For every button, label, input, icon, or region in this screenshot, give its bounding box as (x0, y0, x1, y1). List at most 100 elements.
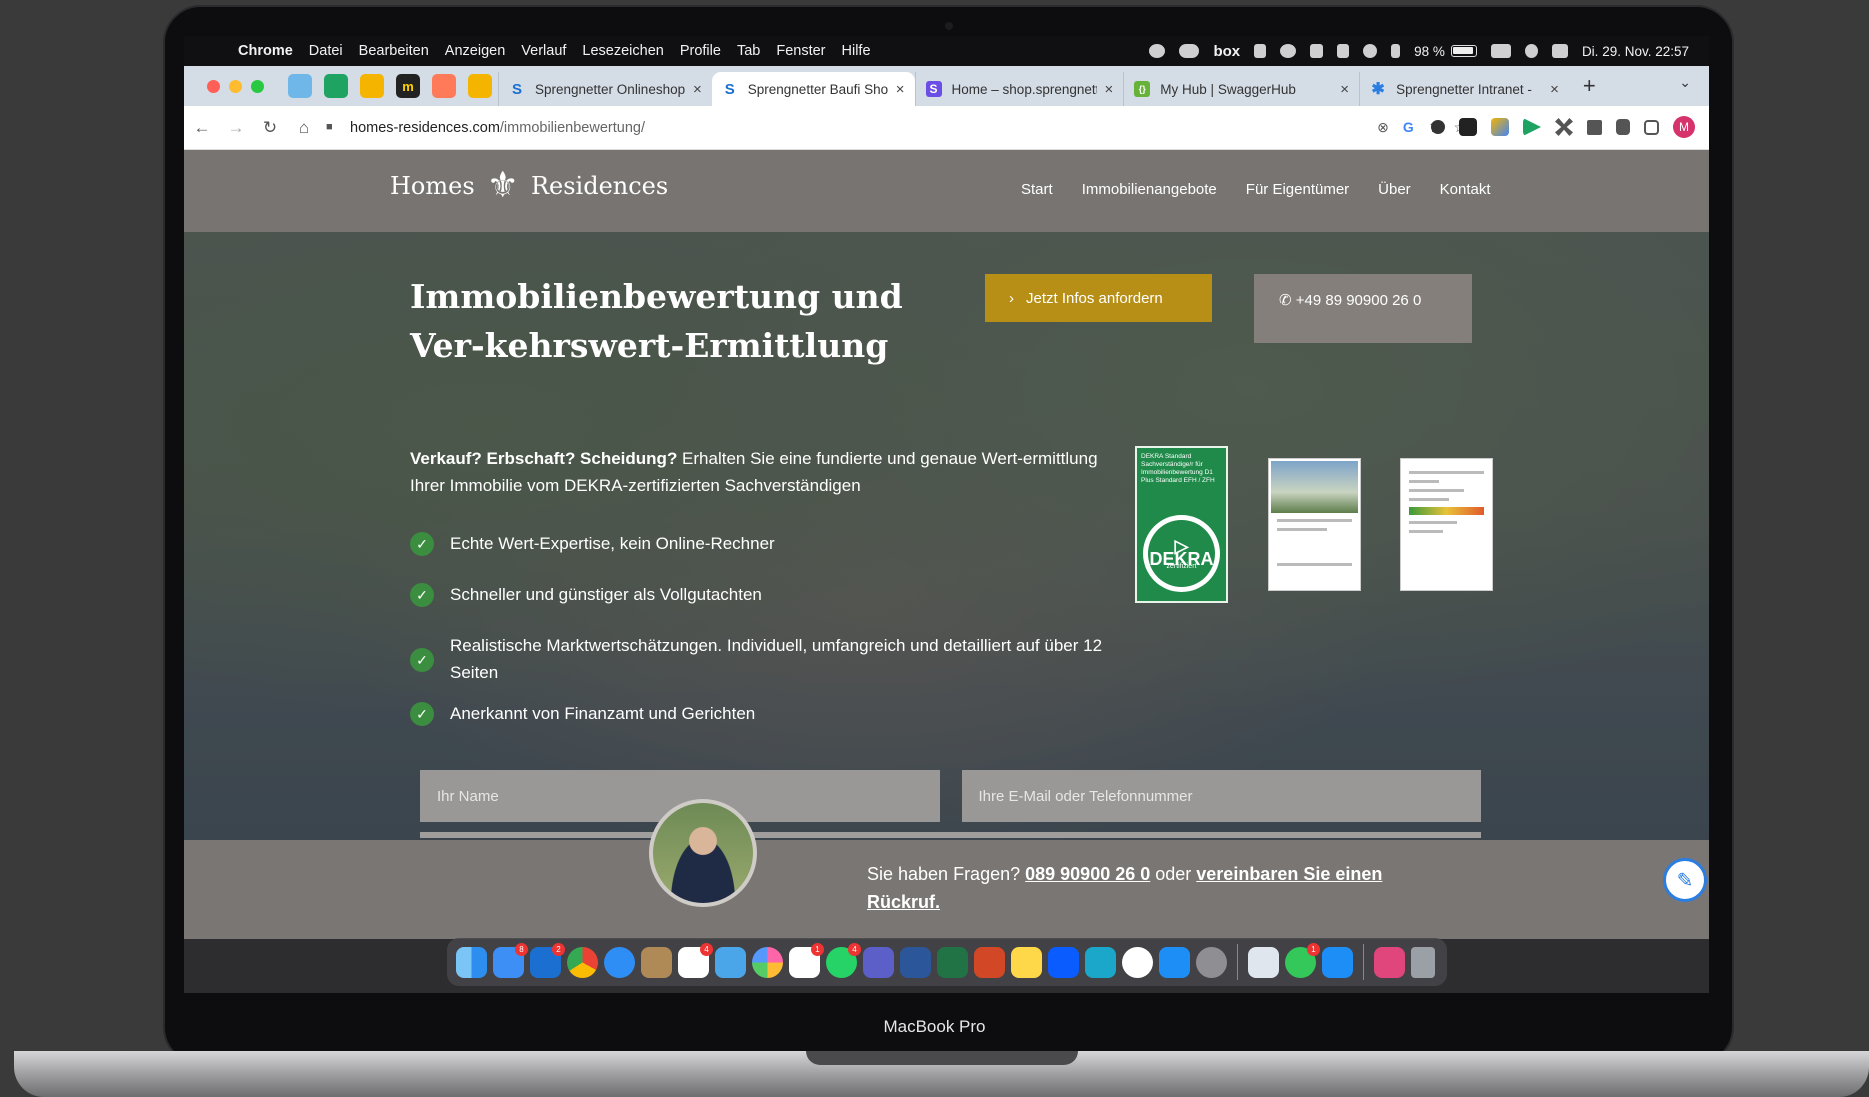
menu-verlauf[interactable]: Verlauf (521, 43, 566, 59)
tab-sprengnetter-baufi-shop[interactable]: S Sprengnetter Baufi Shop × (711, 72, 915, 106)
nav-fuer-eigentuemer[interactable]: Für Eigentümer (1246, 181, 1349, 198)
nav-kontakt[interactable]: Kontakt (1440, 181, 1491, 198)
phone-link[interactable]: 089 90900 26 0 (1025, 864, 1150, 884)
messages-icon[interactable]: 1 (1285, 942, 1320, 978)
send-extension-icon[interactable] (1523, 118, 1541, 136)
tab-sprengnetter-intranet[interactable]: ✱ Sprengnetter Intranet - × (1359, 72, 1569, 106)
close-tab-icon[interactable]: × (1105, 81, 1114, 98)
reload-icon[interactable]: ↻ (260, 118, 280, 138)
profile-avatar[interactable]: M (1673, 116, 1695, 138)
new-tab-icon[interactable]: + (1583, 73, 1596, 99)
safari-icon[interactable] (604, 946, 635, 978)
site-logo[interactable]: Homes ⚜ Residences (390, 168, 668, 204)
lock-icon[interactable]: ■ (326, 121, 340, 135)
menu-lesezeichen[interactable]: Lesezeichen (582, 43, 663, 59)
time-machine-icon[interactable] (1363, 44, 1378, 58)
control-center-icon[interactable] (1551, 44, 1568, 58)
close-tab-icon[interactable]: × (693, 81, 702, 98)
bolt-icon[interactable] (1337, 44, 1350, 58)
trash-icon[interactable] (1411, 946, 1435, 978)
request-info-button[interactable]: › Jetzt Infos anfordern (985, 274, 1212, 322)
zoom-window-icon[interactable] (251, 79, 264, 93)
close-tab-icon[interactable]: × (1340, 81, 1349, 98)
nav-ueber[interactable]: Über (1378, 181, 1411, 198)
calendar-icon[interactable]: 4 (678, 942, 713, 978)
airplay-icon[interactable] (1490, 44, 1511, 58)
downloads-stack-icon[interactable] (1374, 946, 1405, 978)
focus-icon[interactable] (1149, 44, 1166, 58)
pinned-tab-clock-icon[interactable] (288, 74, 312, 98)
photos-icon[interactable] (752, 946, 783, 978)
word-icon[interactable] (900, 946, 931, 978)
close-window-icon[interactable] (207, 79, 220, 93)
mail-icon[interactable]: 8 (493, 942, 528, 978)
outlook-icon[interactable]: 2 (530, 942, 565, 978)
menu-fenster[interactable]: Fenster (776, 43, 825, 59)
pinned-tab-miro-icon[interactable]: m (396, 74, 420, 98)
menu-tab[interactable]: Tab (737, 43, 760, 59)
webex-icon[interactable] (1085, 946, 1116, 978)
close-tab-icon[interactable]: × (896, 81, 905, 98)
search-icon[interactable] (1524, 44, 1538, 58)
menu-profile[interactable]: Profile (680, 43, 721, 59)
1password-icon[interactable] (1122, 946, 1153, 978)
next-form-field[interactable] (420, 832, 1481, 838)
bluetooth-icon[interactable] (1391, 44, 1401, 58)
tab-my-hub-swaggerhub[interactable]: {} My Hub | SwaggerHub × (1123, 72, 1359, 106)
phone-button[interactable]: ✆ +49 89 90900 26 0 (1254, 274, 1472, 343)
address-bar[interactable]: ■ homes-residences.com /immobilienbewert… (326, 110, 1466, 145)
notes-icon[interactable] (1011, 946, 1042, 978)
finder-icon[interactable] (456, 946, 487, 978)
back-icon[interactable]: ← (192, 118, 212, 138)
chrome-icon[interactable] (567, 946, 598, 978)
box-icon[interactable]: box (1213, 43, 1240, 60)
home-icon[interactable]: ⌂ (294, 118, 314, 138)
close-tab-icon[interactable]: × (1550, 81, 1559, 98)
side-panel-icon[interactable] (1644, 119, 1659, 135)
forward-icon[interactable]: → (226, 118, 246, 138)
keynote-icon[interactable] (1322, 946, 1353, 978)
menu-datei[interactable]: Datei (309, 43, 343, 59)
preview-icon[interactable] (1248, 946, 1279, 978)
app-store-icon[interactable] (1159, 946, 1190, 978)
pinned-tab-slides-icon[interactable] (468, 74, 492, 98)
teams-icon[interactable] (863, 946, 894, 978)
tab-sprengnetter-onlineshop[interactable]: S Sprengnetter Onlineshop × (498, 72, 712, 106)
tab-search-chevron-icon[interactable]: ⌄ (1679, 74, 1691, 91)
clock[interactable]: Di. 29. Nov. 22:57 (1582, 44, 1689, 59)
tab-home-shop-sprengnetter[interactable]: S Home – shop.sprengnetter × (914, 72, 1124, 106)
cloud-icon[interactable] (1179, 44, 1200, 58)
contacts-icon[interactable] (641, 946, 672, 978)
google-icon[interactable]: G (1403, 119, 1414, 136)
download-icon[interactable] (1616, 119, 1630, 135)
nav-start[interactable]: Start (1021, 181, 1053, 198)
x-extension-icon[interactable] (1555, 118, 1573, 136)
excel-icon[interactable] (937, 946, 968, 978)
password-icon[interactable] (1280, 44, 1297, 58)
pinned-tab-drive-icon[interactable] (360, 74, 384, 98)
battery-status[interactable]: 98 % (1414, 44, 1477, 59)
eyedropper-extension-icon[interactable] (1431, 120, 1445, 134)
whatsapp-icon[interactable]: 4 (826, 942, 861, 978)
powerpoint-icon[interactable] (974, 946, 1005, 978)
menu-bearbeiten[interactable]: Bearbeiten (359, 43, 429, 59)
slack-icon[interactable]: 1 (789, 942, 824, 978)
grid-icon[interactable] (1310, 44, 1324, 58)
pinned-tab-hubspot-icon[interactable] (432, 74, 456, 98)
pinned-tab-sheets-icon[interactable] (324, 74, 348, 98)
menu-chrome[interactable]: Chrome (238, 43, 293, 59)
nav-immobilienangebote[interactable]: Immobilienangebote (1082, 181, 1217, 198)
zoom-icon[interactable] (1048, 946, 1079, 978)
analytics-extension-icon[interactable] (1491, 118, 1509, 136)
translate-icon[interactable]: ⊗ (1377, 119, 1389, 136)
menu-hilfe[interactable]: Hilfe (842, 43, 871, 59)
email-phone-input[interactable] (961, 770, 1481, 822)
zoom-extension-icon[interactable] (1459, 118, 1477, 136)
maps-icon[interactable] (715, 946, 746, 978)
lock-app-icon[interactable] (1254, 44, 1267, 58)
chat-widget-icon[interactable]: ✎ (1663, 858, 1707, 902)
minimize-window-icon[interactable] (229, 79, 242, 93)
menu-anzeigen[interactable]: Anzeigen (445, 43, 505, 59)
extensions-puzzle-icon[interactable] (1587, 119, 1602, 135)
system-settings-icon[interactable] (1196, 946, 1227, 978)
